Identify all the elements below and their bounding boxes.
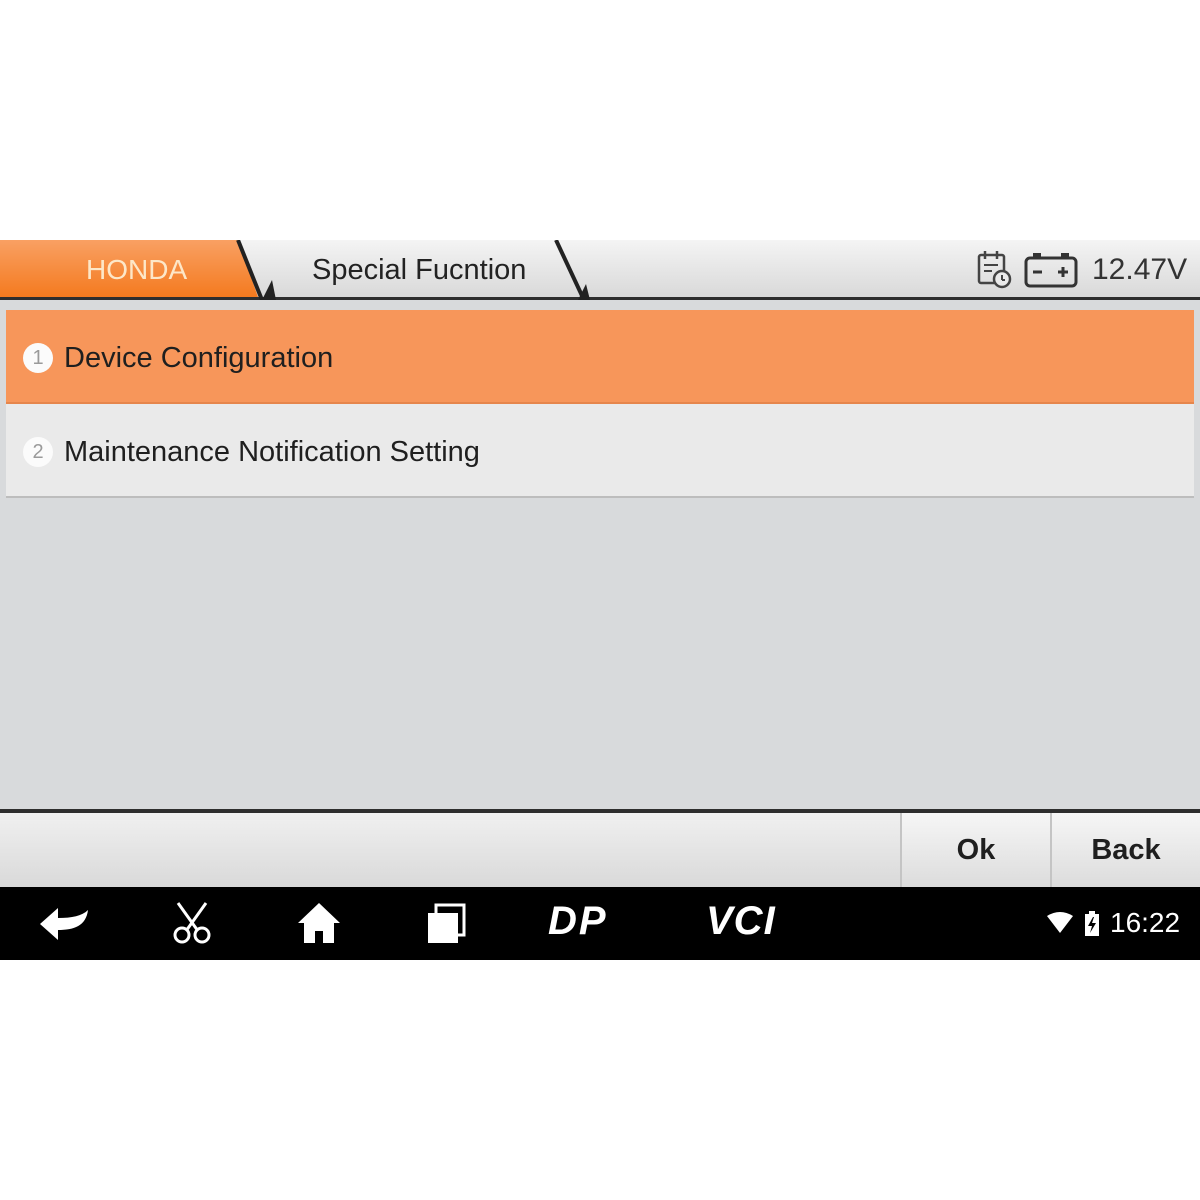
battery-charging-icon — [1085, 911, 1099, 936]
recent-apps-icon[interactable] — [426, 903, 468, 945]
breadcrumb-honda[interactable]: HONDA — [86, 254, 187, 286]
breadcrumb-special-function[interactable]: Special Fucntion — [312, 254, 526, 287]
item-label: Device Configuration — [64, 342, 334, 374]
header-bar: HONDA Special Fucntion 12.47V — [0, 240, 1200, 300]
dp-button[interactable]: DP — [548, 899, 608, 944]
wifi-icon — [1047, 912, 1073, 933]
action-bar: Ok Back — [0, 809, 1200, 887]
back-icon[interactable] — [38, 904, 92, 944]
ok-button[interactable]: Ok — [900, 813, 1050, 887]
item-label: Maintenance Notification Setting — [64, 436, 480, 468]
status-clock: 16:22 — [1110, 907, 1181, 938]
list-item-device-configuration[interactable]: 1 Device Configuration — [6, 310, 1194, 404]
item-number-badge: 2 — [23, 437, 53, 467]
battery-icon — [1024, 253, 1078, 288]
vci-button[interactable]: VCI — [706, 899, 776, 944]
battery-voltage: 12.47V — [1092, 253, 1188, 286]
back-button[interactable]: Back — [1050, 813, 1200, 887]
system-nav-bar: DP VCI 16:22 — [0, 887, 1200, 960]
item-number-badge: 1 — [23, 343, 53, 373]
home-icon[interactable] — [296, 901, 342, 945]
function-list: 1 Device Configuration 2 Maintenance Not… — [6, 310, 1194, 498]
calendar-clock-icon[interactable] — [976, 250, 1012, 290]
list-item-maintenance-notification[interactable]: 2 Maintenance Notification Setting — [6, 404, 1194, 498]
diagnostic-screen: HONDA Special Fucntion 12.47V 1 Device C… — [0, 240, 1200, 960]
scissors-icon[interactable] — [170, 901, 214, 945]
